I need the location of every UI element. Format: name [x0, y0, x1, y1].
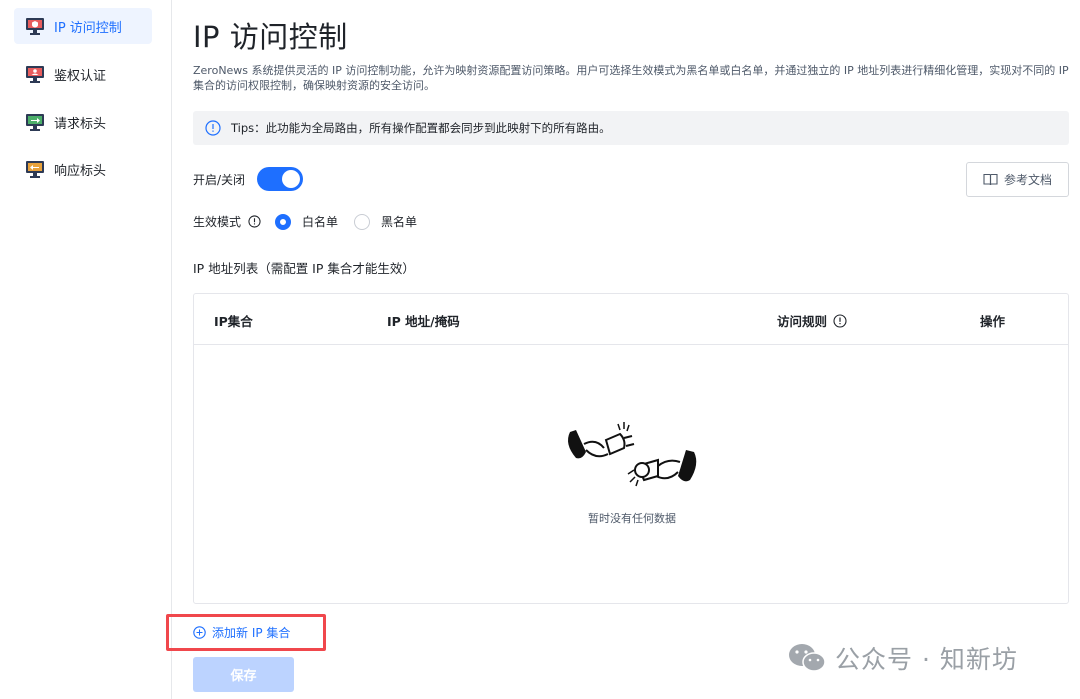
ip-set-table: IP集合 IP 地址/掩码 访问规则 操作 暂时没有任何数据	[193, 293, 1069, 604]
sidebar-item-label: 响应标头	[54, 163, 107, 179]
reference-docs-button[interactable]: 参考文档	[966, 162, 1069, 197]
tips-banner: Tips：此功能为全局路由，所有操作配置都会同步到此映射下的所有路由。	[193, 111, 1069, 145]
reference-docs-label: 参考文档	[1003, 173, 1052, 187]
column-header-label: IP集合	[214, 314, 253, 329]
app: IP 访问控制 鉴权认证 请求标头 响应标头 IP 访问控制 ZeroNews …	[0, 0, 1080, 699]
info-icon[interactable]	[248, 215, 261, 228]
column-header-label: IP 地址/掩码	[387, 314, 460, 329]
monitor-shield-icon	[26, 18, 44, 35]
empty-state	[194, 414, 1070, 508]
info-icon	[205, 120, 221, 136]
enable-row: 开启/关闭	[193, 167, 304, 191]
unplugged-icon	[568, 422, 697, 487]
save-button[interactable]: 保存	[193, 657, 294, 692]
blacklist-radio[interactable]	[354, 213, 371, 230]
column-header-ip-set: IP集合	[214, 311, 253, 330]
tips-text: Tips：此功能为全局路由，所有操作配置都会同步到此映射下的所有路由。	[231, 121, 611, 135]
column-header-access-rule: 访问规则	[777, 311, 847, 330]
column-header-actions: 操作	[980, 311, 1005, 330]
sidebar-item-auth[interactable]: 鉴权认证	[14, 56, 152, 92]
toggle-knob	[282, 170, 301, 188]
blacklist-label[interactable]: 黑名单	[381, 213, 417, 230]
sidebar-item-label: 鉴权认证	[54, 68, 107, 84]
monitor-arrow-icon	[26, 161, 44, 178]
whitelist-radio[interactable]	[275, 213, 292, 230]
sidebar-item-label: 请求标头	[54, 116, 107, 132]
mode-label: 生效模式	[193, 215, 242, 229]
mode-row: 生效模式 白名单 黑名单	[193, 213, 433, 230]
ip-list-title: IP 地址列表（需配置 IP 集合才能生效）	[193, 261, 415, 276]
main-content: IP 访问控制 ZeroNews 系统提供灵活的 IP 访问控制功能，允许为映射…	[166, 0, 1080, 699]
empty-state-text: 暂时没有任何数据	[588, 512, 676, 525]
book-icon	[983, 173, 998, 186]
sidebar-item-ip-access-control[interactable]: IP 访问控制	[14, 8, 152, 44]
info-icon[interactable]	[833, 313, 847, 328]
table-header: IP集合 IP 地址/掩码 访问规则 操作	[194, 294, 1068, 345]
add-ip-set-link[interactable]: 添加新 IP 集合	[193, 624, 290, 641]
wechat-icon	[789, 644, 826, 672]
watermark-text: 公众号 · 知新坊	[835, 645, 1018, 674]
column-header-label: 操作	[980, 314, 1006, 329]
sidebar-item-request-headers[interactable]: 请求标头	[14, 104, 152, 140]
page-title: IP 访问控制	[193, 20, 348, 54]
column-header-label: 访问规则	[777, 314, 828, 329]
sidebar-item-response-headers[interactable]: 响应标头	[14, 151, 152, 187]
enable-toggle[interactable]	[257, 167, 304, 191]
monitor-arrow-icon	[26, 114, 44, 131]
watermark: 公众号 · 知新坊	[787, 640, 1018, 676]
plus-circle-icon	[193, 626, 206, 639]
whitelist-label[interactable]: 白名单	[302, 213, 338, 230]
add-ip-set-label: 添加新 IP 集合	[212, 626, 291, 640]
sidebar-item-label: IP 访问控制	[54, 20, 122, 36]
page-description: ZeroNews 系统提供灵活的 IP 访问控制功能，允许为映射资源配置访问策略…	[193, 64, 1069, 92]
sidebar: IP 访问控制 鉴权认证 请求标头 响应标头	[0, 0, 172, 699]
switch-label: 开启/关闭	[193, 172, 246, 187]
column-header-ip-mask: IP 地址/掩码	[387, 311, 460, 330]
monitor-user-icon	[26, 66, 44, 83]
